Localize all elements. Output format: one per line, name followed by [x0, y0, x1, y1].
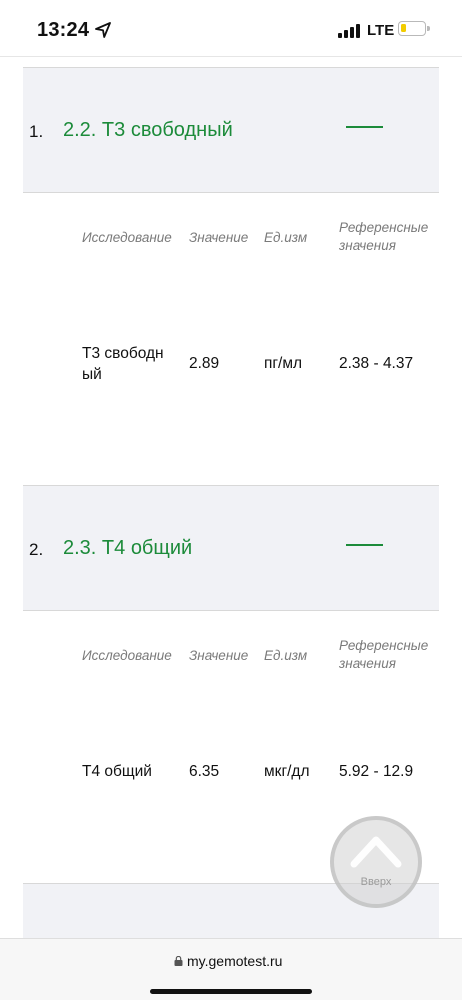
cell-study: Т4 общий [82, 763, 152, 780]
column-header-reference: Референсные значения [339, 220, 429, 253]
column-header-reference: Референсные значения [339, 638, 429, 671]
column-header-unit: Ед.изм [264, 230, 308, 245]
test-header-t4[interactable]: 2. 2.3. Т4 общий [23, 485, 439, 611]
divider [0, 56, 462, 57]
test-title[interactable]: 2.2. Т3 свободный [63, 119, 233, 142]
url-text[interactable]: my.gemotest.ru [187, 953, 282, 969]
home-indicator[interactable] [150, 989, 312, 994]
location-arrow-icon [95, 22, 111, 38]
test-header-t3[interactable]: 1. 2.2. Т3 свободный [23, 67, 439, 193]
cell-study: Т3 свободн ый [82, 345, 164, 383]
lock-icon [174, 956, 183, 966]
status-time: 13:24 [37, 19, 90, 41]
browser-url-bar[interactable]: my.gemotest.ru [0, 938, 462, 1000]
cell-unit: пг/мл [264, 355, 303, 372]
row-number: 1. [29, 122, 44, 141]
scroll-to-top-label: Вверх [360, 876, 392, 888]
scroll-to-top-button[interactable]: Вверх [330, 816, 422, 908]
battery-icon [398, 21, 430, 36]
status-dash [346, 126, 383, 128]
column-header-study: Исследование [82, 648, 172, 663]
column-header-value: Значение [189, 648, 249, 663]
row-number: 2. [29, 540, 44, 559]
cell-reference: 2.38 - 4.37 [339, 355, 414, 372]
cell-value: 6.35 [189, 763, 220, 780]
cell-value: 2.89 [189, 355, 220, 372]
column-header-study: Исследование [82, 230, 172, 245]
network-type: LTE [367, 22, 395, 39]
status-bar: 13:24 LTE [0, 0, 462, 58]
cell-unit: мкг/дл [264, 763, 310, 780]
test-title[interactable]: 2.3. Т4 общий [63, 537, 192, 560]
status-dash [346, 544, 383, 546]
column-header-value: Значение [189, 230, 249, 245]
cellular-signal-icon [338, 24, 362, 38]
cell-reference: 5.92 - 12.9 [339, 763, 414, 780]
column-header-unit: Ед.изм [264, 648, 308, 663]
chevron-up-icon [350, 836, 402, 868]
